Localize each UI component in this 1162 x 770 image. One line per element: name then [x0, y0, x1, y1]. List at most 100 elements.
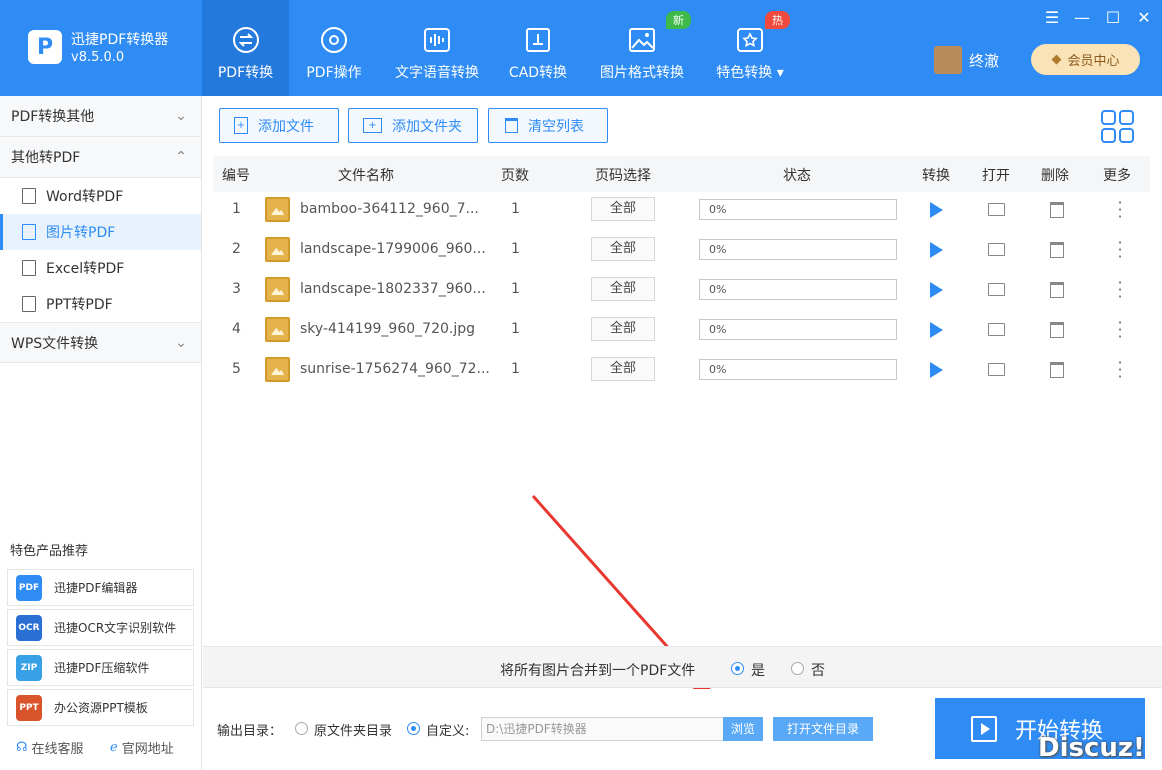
app-logo-icon: P — [28, 30, 62, 64]
trash-icon[interactable] — [1050, 322, 1064, 338]
trash-icon[interactable] — [1050, 242, 1064, 258]
more-icon[interactable]: · · · — [1116, 315, 1124, 345]
header-convert: 转换 — [922, 168, 950, 184]
output-bar: 输出目录： 原文件夹目录 自定义: D:\迅捷PDF转换器 浏览 打开文件目录 … — [203, 689, 1162, 770]
nav-tab-pdf-operation[interactable]: PDF操作 — [291, 0, 377, 96]
official-site-link[interactable]: ℯ 官网地址 — [110, 738, 174, 757]
button-label: 添加文件 — [258, 118, 314, 135]
play-icon — [971, 715, 997, 742]
trash-icon — [505, 118, 518, 133]
excel-file-icon — [22, 260, 36, 276]
row-pages: 1 — [511, 281, 520, 297]
folder-icon[interactable] — [988, 203, 1005, 216]
item-label: Word转PDF — [46, 189, 124, 205]
custom-dir-label[interactable]: 自定义: — [426, 720, 469, 739]
merge-yes-radio[interactable] — [731, 662, 744, 675]
header-more: 更多 — [1103, 168, 1131, 184]
sidebar-item-image-to-pdf[interactable]: 图片转PDF — [0, 214, 201, 250]
close-icon[interactable]: ✕ — [1134, 8, 1154, 27]
add-folder-button[interactable]: + 添加文件夹 — [348, 108, 478, 143]
more-icon[interactable]: · · · — [1116, 235, 1124, 265]
button-label: 添加文件夹 — [392, 118, 462, 135]
headset-icon: ☊ — [16, 740, 28, 755]
user-name[interactable]: 终澈 — [969, 50, 999, 71]
merge-no-radio[interactable] — [791, 662, 804, 675]
table-row: 3 landscape-1802337_960... 1 全部 0% · · · — [213, 270, 1150, 310]
recommend-pdf-compress[interactable]: ZIP 迅捷PDF压缩软件 — [7, 649, 194, 686]
more-icon[interactable]: · · · — [1116, 355, 1124, 385]
chevron-down-icon: ⌄ — [175, 108, 187, 124]
folder-icon[interactable] — [988, 363, 1005, 376]
open-folder-button[interactable]: 打开文件目录 — [773, 717, 873, 741]
recommend-title: 特色产品推荐 — [10, 544, 89, 559]
play-icon[interactable] — [930, 322, 943, 338]
more-icon[interactable]: · · · — [1116, 195, 1124, 225]
recommend-ppt-template[interactable]: PPT 办公资源PPT模板 — [7, 689, 194, 726]
page-range-select[interactable]: 全部 — [591, 277, 655, 301]
table-row: 4 sky-414199_960_720.jpg 1 全部 0% · · · — [213, 310, 1150, 350]
row-pages: 1 — [511, 201, 520, 217]
play-icon[interactable] — [930, 242, 943, 258]
folder-icon[interactable] — [988, 323, 1005, 336]
add-file-button[interactable]: + 添加文件 — [219, 108, 339, 143]
nav-tab-label: 特色转换 ▾ — [716, 65, 784, 81]
chevron-up-icon: ⌃ — [175, 149, 187, 165]
original-dir-label[interactable]: 原文件夹目录 — [314, 720, 392, 739]
trash-icon[interactable] — [1050, 362, 1064, 378]
play-icon[interactable] — [930, 282, 943, 298]
sidebar-item-word-to-pdf[interactable]: Word转PDF — [0, 178, 201, 214]
row-no: 3 — [232, 281, 241, 297]
output-label: 输出目录： — [217, 724, 283, 739]
sidebar-item-excel-to-pdf[interactable]: Excel转PDF — [0, 250, 201, 286]
ppt-file-icon — [22, 296, 36, 312]
row-no: 4 — [232, 321, 241, 337]
app-name: 迅捷PDF转换器 — [71, 32, 169, 48]
avatar[interactable] — [934, 46, 962, 74]
top-bar: P 迅捷PDF转换器 v8.5.0.0 PDF转换 PDF操作 文字语音转换 C… — [0, 0, 1162, 96]
sidebar-item-ppt-to-pdf[interactable]: PPT转PDF — [0, 286, 201, 322]
merge-no-label[interactable]: 否 — [811, 660, 825, 680]
progress-bar: 0% — [699, 199, 897, 220]
minimize-icon[interactable]: — — [1072, 8, 1092, 27]
sidebar-group-other-to-pdf[interactable]: 其他转PDF ⌃ — [0, 137, 201, 178]
maximize-icon[interactable]: ☐ — [1103, 8, 1123, 27]
recommend-pdf-editor[interactable]: PDF 迅捷PDF编辑器 — [7, 569, 194, 606]
folder-icon[interactable] — [988, 243, 1005, 256]
play-icon[interactable] — [930, 362, 943, 378]
sidebar-group-wps[interactable]: WPS文件转换 ⌄ — [0, 322, 201, 363]
nav-tab-text-voice[interactable]: 文字语音转换 — [388, 0, 486, 96]
row-pages: 1 — [511, 321, 520, 337]
custom-dir-radio[interactable] — [407, 722, 420, 735]
site-label: 官网地址 — [121, 742, 174, 757]
button-label: 清空列表 — [528, 118, 584, 135]
trash-icon[interactable] — [1050, 202, 1064, 218]
sidebar: PDF转换其他 ⌄ 其他转PDF ⌃ Word转PDF 图片转PDF Excel… — [0, 96, 202, 770]
sidebar-group-pdf-other[interactable]: PDF转换其他 ⌄ — [0, 96, 201, 137]
page-range-select[interactable]: 全部 — [591, 317, 655, 341]
recommend-ocr[interactable]: OCR 迅捷OCR文字识别软件 — [7, 609, 194, 646]
table-row: 2 landscape-1799006_960... 1 全部 0% · · · — [213, 230, 1150, 270]
output-path-field[interactable]: D:\迅捷PDF转换器 — [481, 717, 724, 741]
gear-icon — [321, 27, 347, 53]
page-range-select[interactable]: 全部 — [591, 357, 655, 381]
grid-view-icon[interactable] — [1101, 110, 1134, 143]
folder-icon[interactable] — [988, 283, 1005, 296]
play-icon[interactable] — [930, 202, 943, 218]
nav-tab-pdf-convert[interactable]: PDF转换 — [202, 0, 289, 96]
diamond-icon: ◆ — [1051, 52, 1062, 67]
nav-tab-cad[interactable]: CAD转换 — [497, 0, 579, 96]
header-pages: 页数 — [501, 168, 529, 184]
more-icon[interactable]: · · · — [1116, 275, 1124, 305]
online-support-link[interactable]: ☊ 在线客服 — [16, 738, 84, 757]
vip-center-button[interactable]: ◆ 会员中心 — [1031, 44, 1140, 75]
page-range-select[interactable]: 全部 — [591, 237, 655, 261]
original-dir-radio[interactable] — [295, 722, 308, 735]
merge-yes-label[interactable]: 是 — [751, 660, 765, 680]
page-range-select[interactable]: 全部 — [591, 197, 655, 221]
image-thumbnail-icon — [265, 317, 290, 342]
menu-icon[interactable]: ☰ — [1042, 8, 1062, 27]
image-thumbnail-icon — [265, 357, 290, 382]
browse-button[interactable]: 浏览 — [723, 717, 763, 741]
clear-list-button[interactable]: 清空列表 — [488, 108, 608, 143]
trash-icon[interactable] — [1050, 282, 1064, 298]
